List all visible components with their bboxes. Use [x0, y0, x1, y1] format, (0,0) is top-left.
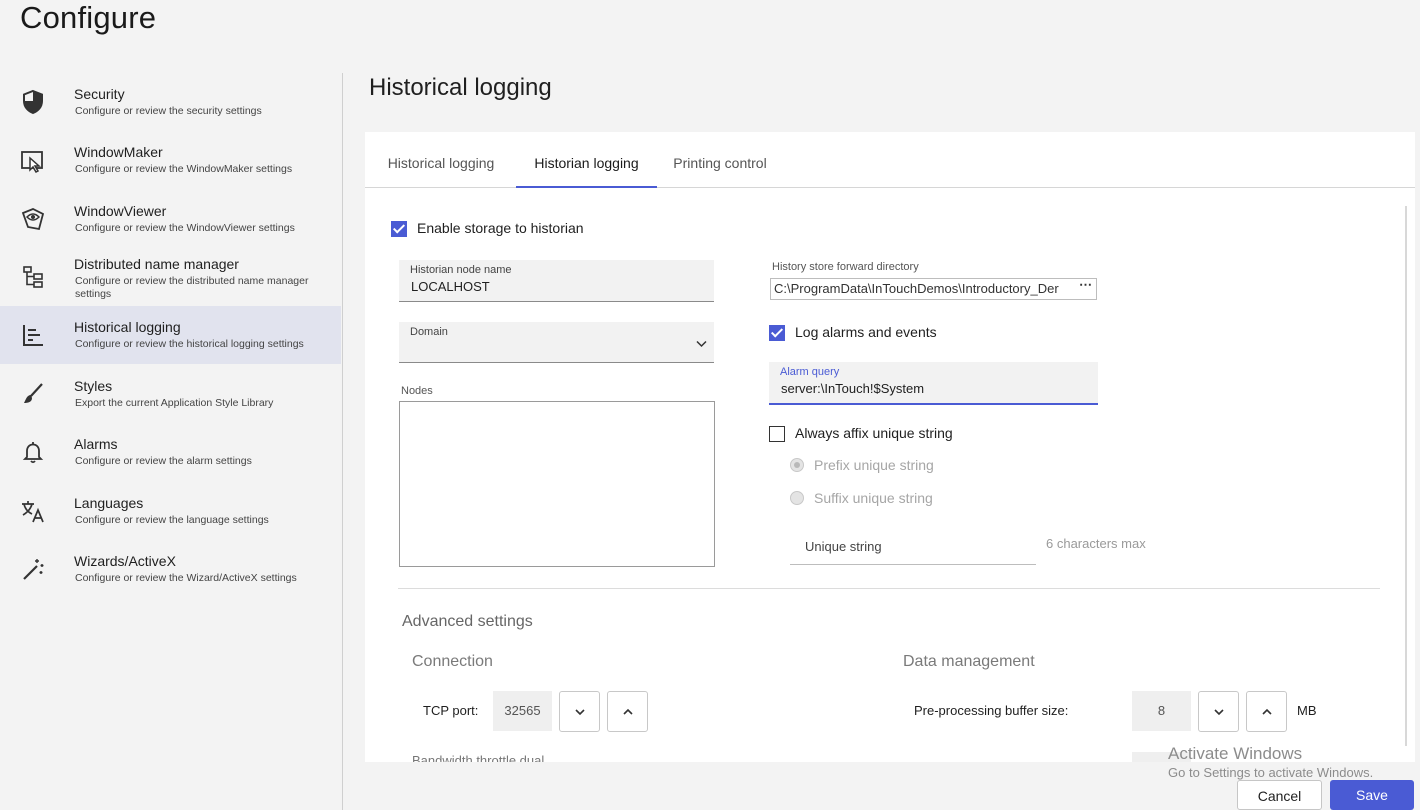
hierarchy-icon: [18, 262, 48, 292]
alarm-query-value: server:\InTouch!$System: [781, 381, 925, 396]
history-dir-value: C:\ProgramData\InTouchDemos\Introductory…: [774, 281, 1059, 296]
unique-string-placeholder: Unique string: [805, 539, 882, 554]
translate-icon: [18, 496, 48, 526]
sidebar-item-desc: Configure or review the Wizard/ActiveX s…: [75, 572, 297, 584]
window-maker-icon: [18, 145, 48, 175]
window-viewer-icon: [18, 204, 48, 234]
buffer-size-label: Pre-processing buffer size:: [914, 703, 1069, 718]
tab-bar: Historical logging Historian logging Pri…: [365, 132, 1415, 188]
shield-icon: [18, 87, 48, 117]
suffix-radio-label: Suffix unique string: [814, 490, 933, 506]
chevron-down-icon: [696, 340, 707, 348]
vertical-scrollbar[interactable]: [1405, 206, 1407, 746]
sidebar-item-desc: Configure or review the alarm settings: [75, 455, 252, 467]
sidebar-item-title: Historical logging: [74, 319, 181, 335]
buffer-size-input[interactable]: 8: [1132, 691, 1191, 731]
alarm-query-field[interactable]: Alarm query server:\InTouch!$System: [769, 362, 1098, 405]
sidebar-item-styles[interactable]: Styles Export the current Application St…: [0, 365, 341, 423]
sidebar-item-desc: Configure or review the security setting…: [75, 105, 262, 117]
sidebar-item-title: Security: [74, 86, 125, 102]
sidebar-item-distributed-name-manager[interactable]: Distributed name manager Configure or re…: [0, 248, 341, 306]
activate-windows-title: Activate Windows: [1168, 744, 1303, 763]
historian-node-label: Historian node name: [410, 264, 512, 276]
sidebar-item-title: Alarms: [74, 436, 118, 452]
sidebar-item-title: Languages: [74, 495, 144, 511]
tab-historical-logging[interactable]: Historical logging: [373, 132, 509, 188]
nodes-textarea[interactable]: [399, 401, 715, 567]
sidebar-item-desc: Configure or review the WindowViewer set…: [75, 222, 295, 234]
tcp-port-input[interactable]: 32565: [493, 691, 552, 731]
tcp-port-label: TCP port:: [423, 703, 479, 718]
sidebar-divider: [342, 73, 343, 810]
bandwidth-label-cut: Bandwidth throttle dual: [412, 753, 545, 762]
sidebar-item-title: Styles: [74, 378, 113, 394]
sidebar-item-wizards-activex[interactable]: Wizards/ActiveX Configure or review the …: [0, 540, 341, 598]
sidebar: Security Configure or review the securit…: [0, 73, 342, 810]
data-management-heading: Data management: [903, 653, 1035, 670]
enable-storage-checkbox[interactable]: [391, 221, 407, 237]
history-dir-field[interactable]: C:\ProgramData\InTouchDemos\Introductory…: [770, 278, 1097, 300]
prefix-radio-label: Prefix unique string: [814, 457, 934, 473]
sidebar-item-desc: Configure or review the distributed name…: [75, 275, 309, 300]
enable-storage-label: Enable storage to historian: [417, 220, 584, 236]
sidebar-item-windowmaker[interactable]: WindowMaker Configure or review the Wind…: [0, 131, 341, 189]
alarm-query-label: Alarm query: [780, 366, 840, 378]
buffer-unit-label: MB: [1297, 703, 1317, 718]
section-divider: [398, 588, 1380, 589]
domain-label: Domain: [410, 326, 448, 338]
log-alarms-label: Log alarms and events: [795, 324, 937, 340]
chevron-down-icon: [1213, 708, 1224, 715]
sidebar-item-desc: Configure or review the WindowMaker sett…: [75, 163, 293, 175]
log-chart-icon: [18, 320, 48, 350]
buffer-size-increment-button[interactable]: [1246, 691, 1287, 732]
advanced-settings-heading: Advanced settings: [402, 613, 533, 630]
buffer-size-decrement-button[interactable]: [1198, 691, 1239, 732]
tcp-port-increment-button[interactable]: [607, 691, 648, 732]
tab-historian-logging[interactable]: Historian logging: [516, 132, 657, 188]
max-chars-hint: 6 characters max: [1046, 536, 1146, 551]
cancel-button[interactable]: Cancel: [1237, 780, 1322, 810]
sidebar-item-title: WindowViewer: [74, 203, 167, 219]
sidebar-item-languages[interactable]: Languages Configure or review the langua…: [0, 482, 341, 540]
chevron-down-icon: [574, 708, 585, 715]
historian-node-field[interactable]: Historian node name LOCALHOST: [399, 260, 714, 302]
log-alarms-checkbox[interactable]: [769, 325, 785, 341]
page-title: Historical logging: [369, 74, 552, 101]
sidebar-item-alarms[interactable]: Alarms Configure or review the alarm set…: [0, 423, 341, 481]
sidebar-item-title: Wizards/ActiveX: [74, 553, 176, 569]
bell-icon: [18, 437, 48, 467]
sidebar-item-windowviewer[interactable]: WindowViewer Configure or review the Win…: [0, 190, 341, 248]
settings-panel: Historical logging Historian logging Pri…: [365, 132, 1415, 762]
magic-wand-icon: [18, 554, 48, 584]
affix-unique-label: Always affix unique string: [795, 425, 953, 441]
sidebar-item-historical-logging[interactable]: Historical logging Configure or review t…: [0, 306, 341, 364]
history-dir-label: History store forward directory: [772, 261, 919, 273]
historian-node-value: LOCALHOST: [411, 279, 490, 294]
app-title: Configure: [20, 0, 157, 35]
ellipsis-icon[interactable]: ⋯: [1079, 279, 1092, 293]
chevron-up-icon: [1261, 708, 1272, 715]
tab-printing-control[interactable]: Printing control: [664, 132, 776, 188]
save-button[interactable]: Save: [1330, 780, 1414, 810]
prefix-radio[interactable]: [790, 458, 804, 472]
affix-unique-checkbox[interactable]: [769, 426, 785, 442]
sidebar-item-desc: Export the current Application Style Lib…: [75, 397, 274, 409]
sidebar-item-desc: Configure or review the historical loggi…: [75, 338, 304, 350]
sidebar-item-title: Distributed name manager: [74, 256, 239, 272]
chevron-up-icon: [622, 708, 633, 715]
suffix-radio[interactable]: [790, 491, 804, 505]
connection-heading: Connection: [412, 653, 493, 670]
activate-windows-subtitle: Go to Settings to activate Windows.: [1168, 765, 1374, 780]
nodes-label: Nodes: [401, 385, 433, 397]
unique-string-input[interactable]: Unique string: [790, 533, 1036, 565]
sidebar-item-desc: Configure or review the language setting…: [75, 514, 269, 526]
brush-icon: [18, 379, 48, 409]
sidebar-item-title: WindowMaker: [74, 144, 163, 160]
domain-dropdown[interactable]: Domain: [399, 322, 714, 363]
sidebar-item-security[interactable]: Security Configure or review the securit…: [0, 73, 341, 131]
tcp-port-decrement-button[interactable]: [559, 691, 600, 732]
